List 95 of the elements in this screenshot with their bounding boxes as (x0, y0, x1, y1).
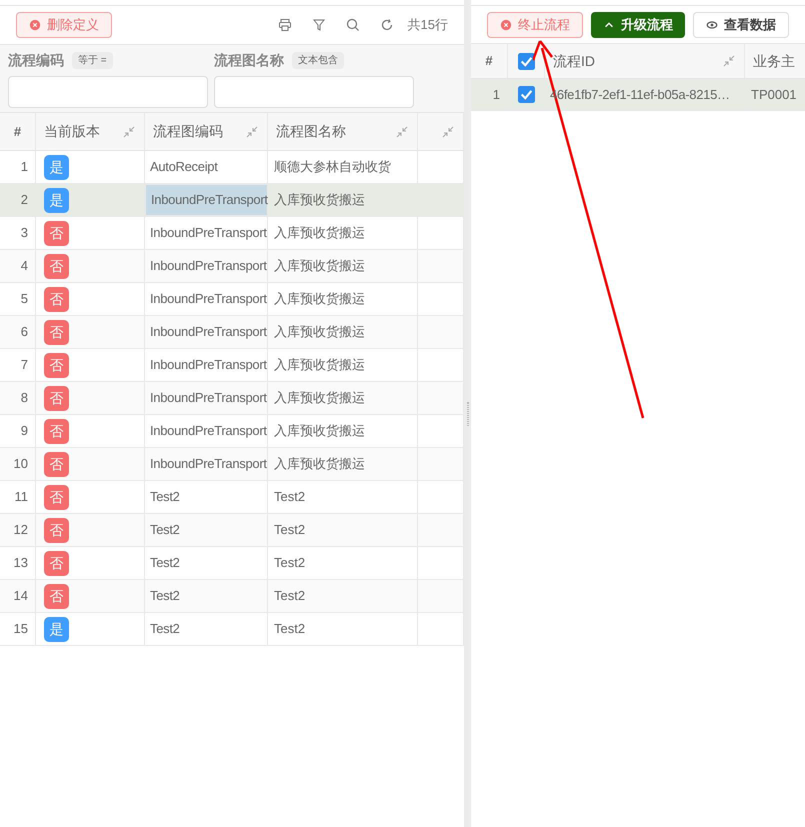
table-cell-text: 入库预收货搬运 (274, 422, 365, 440)
row-number: 2 (20, 191, 28, 210)
version-badge: 否 (44, 550, 69, 576)
table-cell-text: Test2 (274, 488, 306, 506)
table-cell-text: Test2 (274, 620, 306, 638)
version-badge: 是 (44, 616, 69, 642)
filter-label: 流程图名称 (214, 51, 284, 70)
filter-input[interactable] (214, 76, 414, 108)
version-badge: 否 (44, 220, 69, 246)
row-number: 10 (14, 455, 28, 474)
table-cell-text: 入库预收货搬运 (274, 356, 365, 374)
row-number: 7 (20, 356, 28, 374)
table-cell-text: InboundPreTransport (150, 290, 267, 308)
version-badge: 否 (44, 352, 69, 378)
danger-button[interactable]: 终止流程 (487, 12, 583, 38)
row-count: 共15行 (408, 16, 448, 34)
row-number: 8 (20, 389, 28, 408)
table-cell-text: Test2 (150, 620, 180, 638)
table-cell-text: Test2 (150, 488, 180, 506)
table-cell-text: InboundPreTransport (150, 224, 267, 242)
eye-icon[interactable] (706, 18, 718, 30)
column-header: # (485, 52, 493, 70)
row-number: 1 (492, 86, 500, 104)
row-number: 13 (14, 554, 28, 572)
table-cell-text: InboundPreTransport (150, 389, 267, 408)
collapse-icon[interactable] (122, 124, 136, 138)
row-number: 3 (20, 224, 28, 242)
collapse-icon[interactable] (395, 124, 409, 138)
table-cell-text: AutoReceipt (150, 158, 218, 176)
table-cell-text: Test2 (150, 554, 180, 572)
table-cell-text: InboundPreTransport (150, 455, 267, 474)
column-header: # (14, 122, 22, 141)
row-number: 12 (14, 521, 28, 540)
table-cell-text: InboundPreTransport (150, 356, 267, 374)
filter-icon[interactable] (312, 18, 326, 32)
print-icon[interactable] (278, 18, 292, 32)
row-number: 5 (20, 290, 28, 308)
table-cell-text: InboundPreTransport (150, 257, 267, 276)
delete-button[interactable]: 删除定义 (16, 12, 112, 38)
version-badge: 否 (44, 254, 69, 278)
table-cell-text: 入库预收货搬运 (274, 389, 365, 408)
table-cell-text: InboundPreTransport (151, 191, 268, 210)
column-header: 流程图编码 (153, 122, 224, 141)
collapse-icon[interactable] (722, 54, 736, 68)
row-number: 6 (20, 323, 28, 342)
table-cell-text: Test2 (150, 587, 180, 606)
table-cell-text: TP0001 (751, 86, 797, 104)
version-badge: 是 (44, 154, 69, 180)
operator-tag[interactable]: 等于 = (72, 52, 113, 69)
version-badge: 否 (44, 418, 69, 444)
column-header: 业务主 (753, 52, 796, 70)
table-cell-text: 入库预收货搬运 (274, 224, 365, 242)
checkbox[interactable] (518, 86, 535, 103)
operator-tag[interactable]: 文本包含 (292, 52, 344, 69)
table-cell-text: 顺德大参林自动收货 (274, 158, 391, 176)
row-number: 14 (14, 587, 28, 606)
table-cell-text: InboundPreTransport (150, 422, 267, 440)
table-cell-text: 入库预收货搬运 (274, 323, 365, 342)
version-badge: 否 (44, 484, 69, 510)
table-cell-text: Test2 (150, 521, 180, 540)
row-number: 1 (20, 158, 28, 176)
row-number: 15 (14, 620, 28, 638)
checkbox[interactable] (518, 52, 534, 70)
version-badge: 是 (44, 188, 69, 212)
split-handle[interactable] (464, 0, 471, 827)
version-badge: 否 (44, 386, 69, 410)
version-badge: 否 (44, 584, 69, 608)
version-badge: 否 (44, 320, 69, 344)
row-number: 9 (20, 422, 28, 440)
close-icon[interactable] (500, 18, 512, 30)
table-cell-text: InboundPreTransport (150, 323, 267, 342)
row-number: 11 (14, 488, 28, 506)
version-badge: 否 (44, 452, 69, 476)
default-button[interactable]: 查看数据 (693, 12, 789, 38)
table-cell-text: 入库预收货搬运 (274, 191, 365, 210)
version-badge: 否 (44, 286, 69, 312)
column-header: 流程图名称 (276, 122, 347, 141)
table-cell-text: 入库预收货搬运 (274, 257, 365, 276)
collapse-icon[interactable] (245, 124, 259, 138)
table-cell-text: 入库预收货搬运 (274, 290, 365, 308)
close-icon[interactable] (29, 19, 41, 31)
filter-input[interactable] (8, 76, 208, 108)
table-cell-text: 入库预收货搬运 (274, 455, 365, 474)
column-header: 当前版本 (44, 122, 101, 141)
version-badge: 否 (44, 518, 69, 542)
row-number: 4 (20, 257, 28, 276)
table-cell-text: Test2 (274, 554, 306, 572)
refresh-icon[interactable] (380, 18, 394, 32)
table-cell-text: Test2 (274, 587, 306, 606)
search-icon[interactable] (346, 18, 360, 32)
column-header: 流程ID (553, 52, 596, 70)
primary-button[interactable]: 升级流程 (591, 12, 685, 38)
collapse-icon[interactable] (441, 124, 455, 138)
table-cell-text: Test2 (274, 521, 306, 540)
filter-label: 流程编码 (8, 51, 64, 70)
